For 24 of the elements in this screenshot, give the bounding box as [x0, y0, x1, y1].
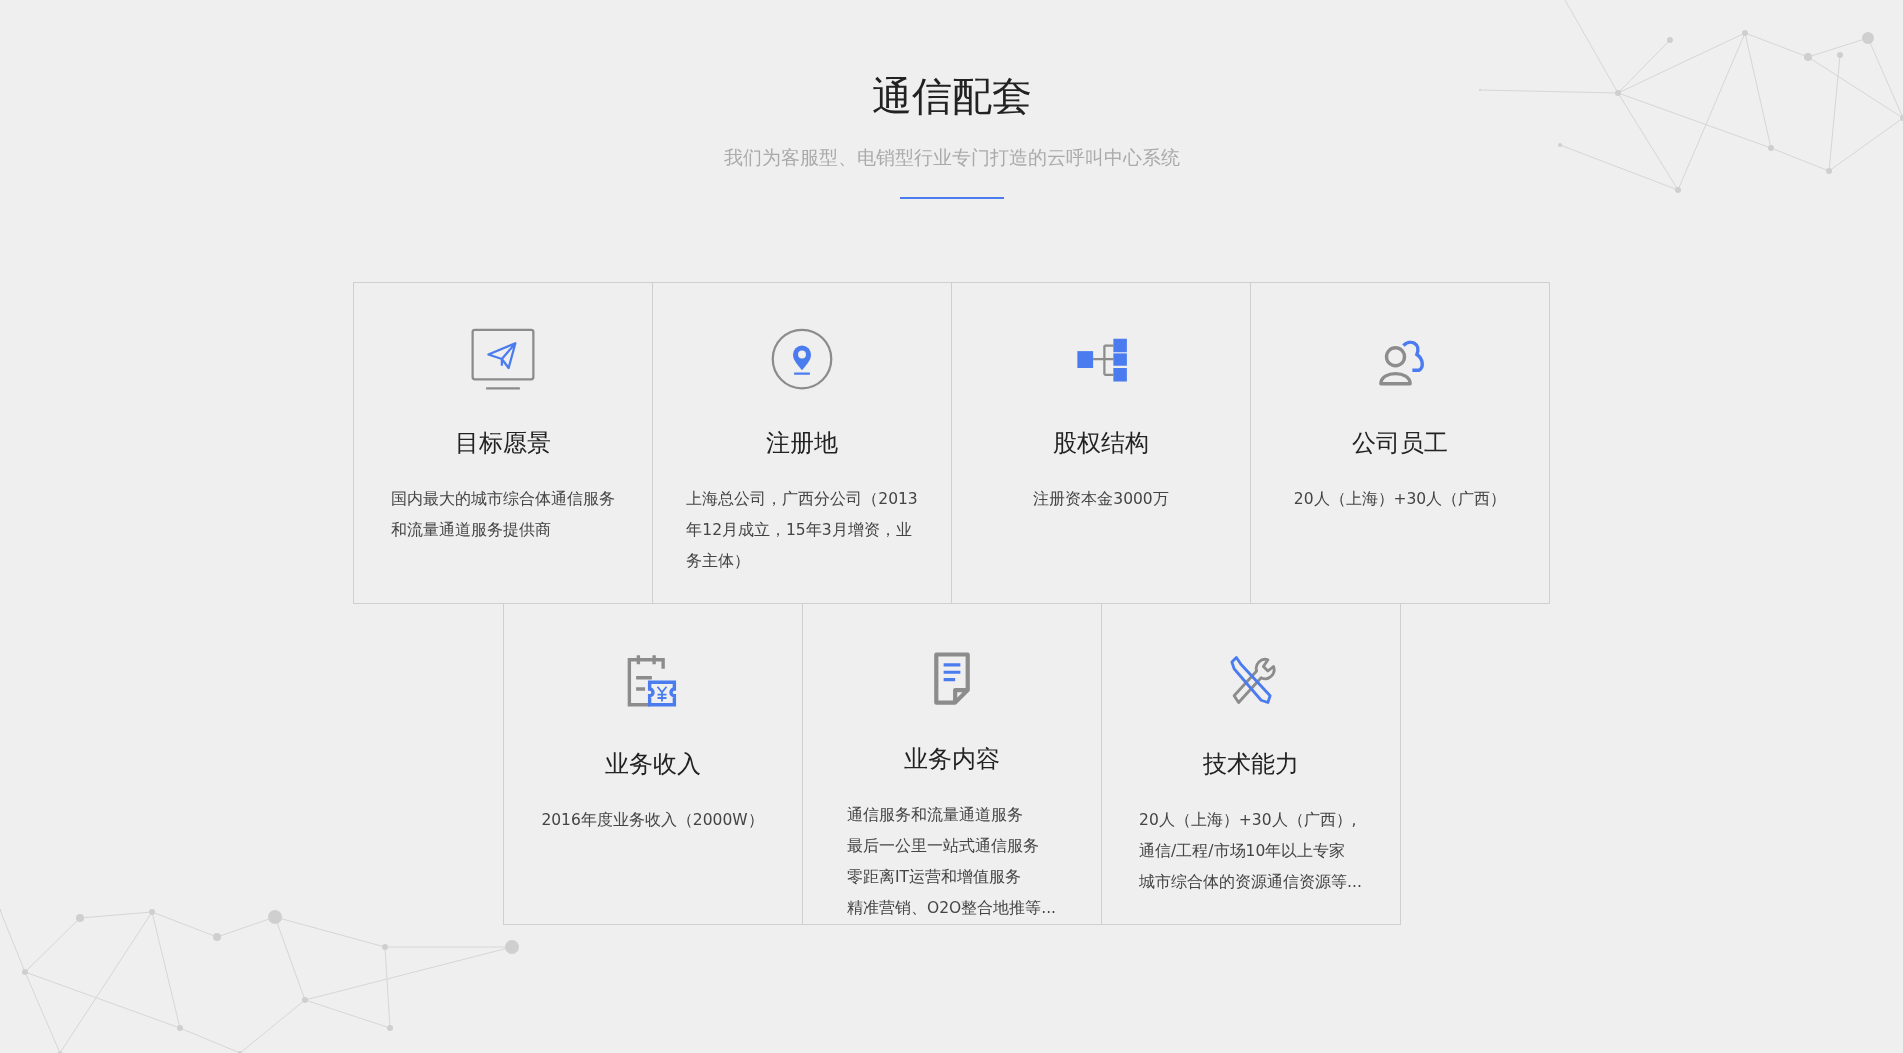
card-description-line: 上海总公司，广西分公司（2013 [686, 489, 918, 510]
card-description-line: 务主体） [686, 551, 751, 572]
card-title: 股权结构 [1053, 428, 1149, 459]
card-description-line: 注册资本金3000万 [1033, 489, 1169, 510]
card-description-line: 2016年度业务收入（2000W） [541, 810, 764, 831]
card-description-line: 精准营销、O2O整合地推等... [846, 898, 1056, 919]
card-description-line: 年12月成立，15年3月增资，业 [686, 520, 912, 541]
card-title: 技术能力 [1202, 749, 1299, 780]
card-description-line: 零距离IT运营和增值服务 [846, 867, 1021, 888]
section-title: 通信配套 [871, 72, 1032, 120]
card-description-line: 城市综合体的资源通信资源等... [1139, 872, 1362, 893]
card-description-line: 最后一公里一站式通信服务 [846, 836, 1039, 857]
card-title: 目标愿景 [455, 428, 551, 459]
card-description-line: 和流量通道服务提供商 [391, 520, 551, 541]
card-description-line: 20人（上海）+30人（广西）, [1139, 810, 1357, 831]
section-subtitle: 我们为客服型、电销型行业专门打造的云呼叫中心系统 [723, 145, 1180, 170]
card-title: 公司员工 [1352, 428, 1448, 459]
card-title: 业务内容 [903, 744, 1000, 775]
card-title: 注册地 [766, 428, 838, 459]
card-description-line: 国内最大的城市综合体通信服务 [391, 489, 615, 510]
card-description-line: 20人（上海）+30人（广西） [1293, 489, 1507, 510]
card-title: 业务收入 [604, 749, 701, 780]
card-description-line: 通信/工程/市场10年以上专家 [1139, 841, 1346, 862]
card-description-line: 通信服务和流量通道服务 [846, 805, 1023, 826]
